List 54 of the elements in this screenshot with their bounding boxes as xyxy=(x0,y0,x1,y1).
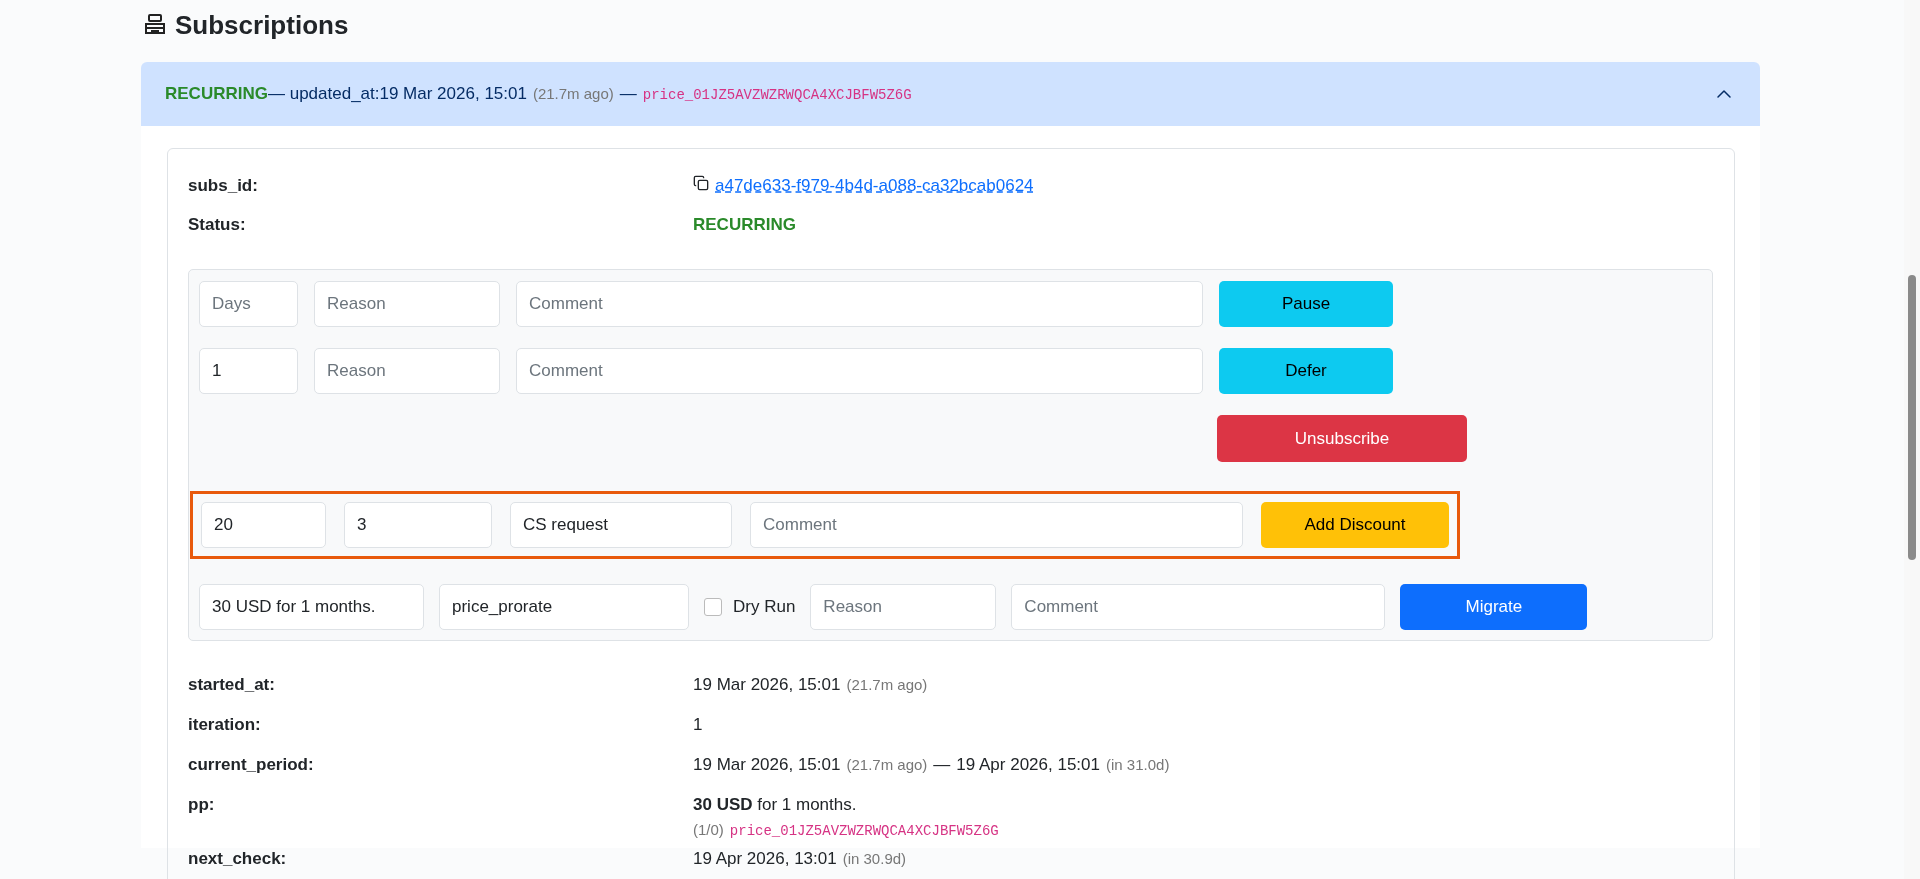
input-field[interactable]: Days xyxy=(199,281,298,327)
price-id: price_01JZ5AVZWZRWQCA4XCJBFW5Z6G xyxy=(642,87,912,103)
input-field[interactable]: 3 xyxy=(344,502,492,548)
price-id: price_01JZ5AVZWZRWQCA4XCJBFW5Z6G xyxy=(729,823,999,839)
date-text: 19 Apr 2026, 13:01 xyxy=(693,849,837,869)
copy-icon[interactable] xyxy=(693,175,709,191)
field-label: Status: xyxy=(188,215,247,235)
separator-text: — xyxy=(619,84,637,104)
updated-text: — updated_at:19 Mar 2026, 15:01 xyxy=(267,84,527,103)
accordion-header[interactable]: RECURRING— updated_at:19 Mar 2026, 15:01 (21.7m ago) — price_01JZ5AVZWZRWQCA4XCJBFW5Z6G xyxy=(141,62,1760,126)
relative-time: (21.7m ago) xyxy=(846,676,928,693)
action-button[interactable]: Unsubscribe xyxy=(1217,415,1467,462)
tray-icon xyxy=(143,13,167,37)
field-label: next_check: xyxy=(188,849,288,869)
relative-time: (in 31.0d) xyxy=(1106,756,1170,773)
status-text: RECURRING xyxy=(165,84,268,103)
input-field[interactable]: Comment xyxy=(516,281,1203,327)
action-button[interactable]: Defer xyxy=(1219,348,1393,394)
scrollbar[interactable] xyxy=(1904,0,1920,879)
relative-time: (21.7m ago) xyxy=(532,85,614,102)
action-button[interactable]: Pause xyxy=(1219,281,1393,327)
separator-text: — xyxy=(933,755,951,775)
price-text: 30 USD for 1 months. xyxy=(693,795,858,815)
relative-time: (in 30.9d) xyxy=(842,850,907,867)
value-text: 1 xyxy=(693,715,703,735)
field-label: subs_id: xyxy=(188,176,259,196)
input-field[interactable]: Comment xyxy=(1011,584,1386,630)
id-link[interactable]: a47de633-f979-4b4d-a088-ca32bcab0624 xyxy=(715,176,1034,196)
section-title: Subscriptions xyxy=(175,9,349,41)
field-label: current_period: xyxy=(188,755,315,775)
input-field[interactable]: Reason xyxy=(314,281,500,327)
input-field[interactable]: Comment xyxy=(516,348,1203,394)
input-field[interactable]: 30 USD for 1 months. xyxy=(199,584,424,630)
action-button[interactable]: Add Discount xyxy=(1261,502,1449,548)
date-text: 19 Mar 2026, 15:01 xyxy=(693,675,841,695)
count-text: (1/0) xyxy=(693,821,724,838)
input-field[interactable]: price_prorate xyxy=(439,584,689,630)
status-text: RECURRING xyxy=(693,215,796,235)
input-field[interactable]: 20 xyxy=(201,502,326,548)
field-label: pp: xyxy=(188,795,216,815)
action-button[interactable]: Migrate xyxy=(1400,584,1588,630)
checkbox-label: Dry Run xyxy=(733,597,796,617)
input-field[interactable]: CS request xyxy=(510,502,732,548)
input-field[interactable]: Reason xyxy=(810,584,997,630)
date-text: 19 Apr 2026, 15:01 xyxy=(956,755,1100,775)
relative-time: (21.7m ago) xyxy=(846,756,928,773)
field-label: iteration: xyxy=(188,715,262,735)
date-text: 19 Mar 2026, 15:01 xyxy=(693,755,841,775)
checkbox[interactable] xyxy=(704,598,722,616)
scrollbar-thumb[interactable] xyxy=(1908,275,1916,560)
field-label: started_at: xyxy=(188,675,276,695)
input-field[interactable]: Reason xyxy=(314,348,500,394)
input-field[interactable]: 1 xyxy=(199,348,298,394)
input-field[interactable]: Comment xyxy=(750,502,1243,548)
